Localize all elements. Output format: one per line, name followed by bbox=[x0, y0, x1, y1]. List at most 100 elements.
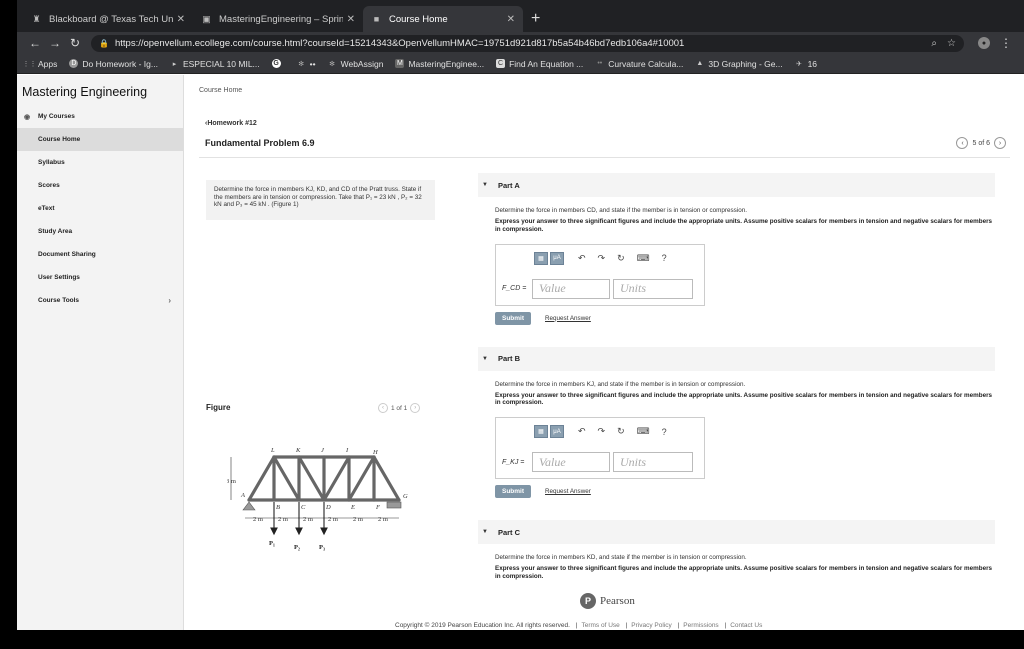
close-icon[interactable]: ✕ bbox=[507, 14, 515, 25]
bookmark-label: 3D Graphing - Ge... bbox=[708, 58, 783, 69]
close-icon[interactable]: ✕ bbox=[177, 14, 185, 25]
breadcrumb[interactable]: Course Home bbox=[199, 87, 242, 94]
star-icon[interactable]: ☆ bbox=[947, 38, 956, 49]
sidebar-item-user-settings[interactable]: User Settings bbox=[17, 266, 183, 289]
part-c-header[interactable]: ▼ Part C bbox=[478, 520, 995, 545]
undo-icon[interactable]: ↶ bbox=[578, 253, 586, 264]
node-label-d: D bbox=[325, 504, 331, 511]
browser-tab-mastering[interactable]: ▣ MasteringEngineering – Spring ✕ bbox=[193, 6, 363, 32]
part-b-header[interactable]: ▼ Part B bbox=[478, 346, 995, 371]
bookmark-curvature[interactable]: •• Curvature Calcula... bbox=[595, 59, 683, 69]
url-input[interactable]: 🔒 https://openvellum.ecollege.com/course… bbox=[91, 34, 964, 52]
sidebar-item-scores[interactable]: Scores bbox=[17, 174, 183, 197]
permissions-link[interactable]: Permissions bbox=[683, 622, 718, 629]
submit-button[interactable]: Submit bbox=[495, 485, 531, 499]
bookmark-pinwheel[interactable]: ✻ •• bbox=[297, 59, 315, 69]
next-figure-button[interactable]: › bbox=[410, 403, 421, 413]
bookmark-find-equation[interactable]: C Find An Equation ... bbox=[496, 59, 583, 69]
undo-icon[interactable]: ↶ bbox=[578, 426, 586, 437]
main-panel: Course Home ‹Homework #12 Fundamental Pr… bbox=[185, 75, 1024, 630]
answer-row: F_KJ = Value Units bbox=[502, 452, 696, 473]
prev-figure-button[interactable]: ‹ bbox=[378, 403, 388, 413]
close-icon[interactable]: ✕ bbox=[347, 14, 355, 25]
terms-link[interactable]: Terms of Use bbox=[581, 622, 619, 629]
part-a-answer-box: ▦ μA ↶ ↷ ↻ ⌨ ? F_CD = Value Units bbox=[495, 243, 705, 306]
browser-tab-blackboard[interactable]: ♜ Blackboard @ Texas Tech Univ ✕ bbox=[23, 6, 193, 32]
keyboard-icon[interactable]: ⌨ bbox=[637, 253, 650, 264]
sidebar-item-etext[interactable]: eText bbox=[17, 197, 183, 220]
keyboard-icon[interactable]: ⌨ bbox=[637, 426, 650, 437]
template-icon[interactable]: ▦ bbox=[534, 425, 548, 439]
apps-grid-icon: ⋮⋮ bbox=[22, 60, 37, 68]
request-answer-link[interactable]: Request Answer bbox=[545, 488, 591, 495]
part-b-body: Determine the force in members KJ, and s… bbox=[478, 371, 995, 499]
request-answer-link[interactable]: Request Answer bbox=[545, 315, 591, 322]
sidebar-item-course-home[interactable]: Course Home bbox=[17, 128, 183, 151]
bookmark-google[interactable]: G bbox=[271, 59, 285, 68]
divider bbox=[199, 157, 1010, 158]
help-icon[interactable]: ? bbox=[662, 253, 667, 263]
triangle-down-icon: ▼ bbox=[482, 355, 488, 362]
new-tab-icon[interactable]: + bbox=[531, 6, 540, 32]
bookmark-especial[interactable]: ▸ ESPECIAL 10 MIL... bbox=[170, 59, 260, 69]
circle-back-icon: ◉ bbox=[24, 113, 31, 121]
units-input[interactable]: Units bbox=[613, 278, 693, 299]
redo-icon[interactable]: ↷ bbox=[598, 253, 606, 264]
bookmark-16[interactable]: ✈ 16 bbox=[795, 59, 817, 69]
node-label-h: H bbox=[372, 449, 378, 456]
part-b-actions: Submit Request Answer bbox=[495, 485, 995, 499]
bookmarks-bar: ⋮⋮ Apps D Do Homework - Ig... ▸ ESPECIAL 10… bbox=[17, 54, 1024, 74]
help-icon[interactable]: ? bbox=[662, 427, 667, 437]
value-input[interactable]: Value bbox=[532, 452, 610, 473]
redo-icon[interactable]: ↷ bbox=[598, 426, 606, 437]
sidebar-item-course-tools[interactable]: Course Tools › bbox=[17, 289, 183, 312]
part-b-answer-box: ▦ μA ↶ ↷ ↻ ⌨ ? F_KJ = Value Units bbox=[495, 417, 705, 480]
bookmark-do-homework[interactable]: D Do Homework - Ig... bbox=[69, 59, 158, 69]
geogebra-icon: ▲ bbox=[696, 60, 704, 67]
part-a-header[interactable]: ▼ Part A bbox=[478, 173, 995, 197]
value-input[interactable]: Value bbox=[532, 278, 610, 299]
mu-units-button[interactable]: μA bbox=[550, 251, 564, 265]
mu-units-button[interactable]: μA bbox=[550, 425, 564, 439]
reset-icon[interactable]: ↻ bbox=[617, 253, 625, 264]
submit-button[interactable]: Submit bbox=[495, 311, 531, 325]
browser-tab-course-home[interactable]: ■ Course Home ✕ bbox=[363, 6, 523, 32]
extension-icon[interactable]: ● bbox=[978, 37, 990, 49]
bookmark-mastering[interactable]: M MasteringEnginee... bbox=[395, 59, 484, 69]
sidebar-item-label: My Courses bbox=[38, 113, 75, 120]
zoom-icon[interactable]: ⌕ bbox=[931, 38, 937, 49]
contact-link[interactable]: Contact Us bbox=[730, 622, 762, 629]
chevron-right-icon: › bbox=[168, 296, 171, 305]
template-icon[interactable]: ▦ bbox=[534, 251, 548, 265]
back-arrow-icon[interactable]: ← bbox=[25, 36, 45, 50]
pinwheel-icon: ✻ bbox=[298, 60, 305, 68]
sidebar-item-my-courses[interactable]: ◉ My Courses bbox=[17, 105, 183, 128]
sidebar-item-label: Course Tools bbox=[38, 297, 80, 304]
sidebar-item-syllabus[interactable]: Syllabus bbox=[17, 151, 183, 174]
bookmark-apps[interactable]: ⋮⋮ Apps bbox=[22, 59, 58, 69]
units-input[interactable]: Units bbox=[613, 452, 693, 473]
bookmark-3d-graphing[interactable]: ▲ 3D Graphing - Ge... bbox=[695, 59, 782, 69]
sidebar-item-label: Study Area bbox=[38, 228, 73, 235]
problem-statement: Determine the force in members KJ, KD, a… bbox=[206, 180, 435, 220]
sidebar-item-document-sharing[interactable]: Document Sharing bbox=[17, 243, 183, 266]
bookmark-webassign[interactable]: ✻ WebAssign bbox=[328, 59, 383, 69]
forward-arrow-icon[interactable]: → bbox=[45, 36, 65, 50]
part-b-express: Express your answer to three significant… bbox=[495, 391, 993, 407]
spacing-label-5: 2 m bbox=[353, 516, 363, 523]
next-problem-button[interactable]: › bbox=[994, 137, 1006, 149]
reload-icon[interactable]: ↻ bbox=[65, 36, 85, 50]
address-bar: ← → ↻ 🔒 https://openvellum.ecollege.com/… bbox=[17, 32, 1024, 54]
sidebar-item-label: Course Home bbox=[38, 136, 81, 143]
part-header-label: Part B bbox=[497, 354, 521, 364]
privacy-link[interactable]: Privacy Policy bbox=[631, 622, 671, 629]
reset-icon[interactable]: ↻ bbox=[617, 426, 625, 437]
sidebar: Mastering Engineering ◉ My Courses Course… bbox=[17, 75, 184, 630]
answer-row: F_CD = Value Units bbox=[502, 278, 696, 299]
prev-problem-button[interactable]: ‹ bbox=[956, 137, 969, 149]
spacing-label-6: 2 m bbox=[378, 516, 388, 523]
homework-back-link[interactable]: ‹Homework #12 bbox=[205, 120, 257, 127]
sidebar-item-study-area[interactable]: Study Area bbox=[17, 220, 183, 243]
tab-label: MasteringEngineering – Spring bbox=[219, 13, 343, 25]
menu-dots-icon[interactable]: ⋮ bbox=[996, 36, 1016, 50]
